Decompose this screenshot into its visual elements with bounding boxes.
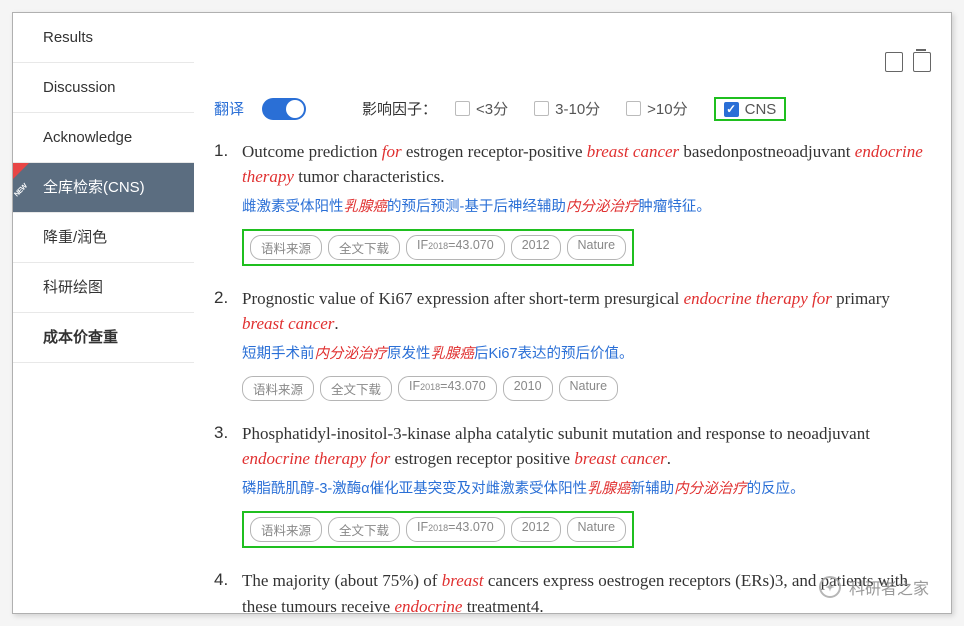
- tag[interactable]: 语料来源: [250, 517, 322, 542]
- sidebar-item-4[interactable]: 降重/润色: [13, 213, 194, 263]
- tag[interactable]: IF2018=43.070: [406, 517, 505, 542]
- result-item: 1.Outcome prediction for estrogen recept…: [214, 139, 931, 266]
- tag[interactable]: IF2018=43.070: [398, 376, 497, 401]
- result-number: 2.: [214, 286, 242, 401]
- tag[interactable]: 全文下载: [328, 517, 400, 542]
- tag[interactable]: Nature: [567, 235, 627, 260]
- result-translation: 短期手术前内分泌治疗原发性乳腺癌后Ki67表达的预后价值。: [242, 343, 931, 366]
- tag[interactable]: 2012: [511, 235, 561, 260]
- result-translation: 雌激素受体阳性乳腺癌的预后预测-基于后神经辅助内分泌治疗肿瘤特征。: [242, 196, 931, 219]
- result-item: 3.Phosphatidyl-inositol-3-kinase alpha c…: [214, 421, 931, 548]
- tag[interactable]: 全文下载: [328, 235, 400, 260]
- watermark: ✦ 科研者之家: [819, 575, 929, 599]
- filter-checkbox-3[interactable]: ✓CNS: [724, 101, 777, 118]
- filter-checkbox-0[interactable]: <3分: [455, 98, 508, 119]
- tag[interactable]: Nature: [559, 376, 619, 401]
- result-number: 4.: [214, 568, 242, 613]
- main-panel: 翻译 影响因子： <3分 3-10分 >10分 ✓CNS 1.Outcome pred…: [194, 13, 951, 613]
- result-tags: 语料来源全文下载IF2018=43.0702010Nature: [242, 376, 931, 401]
- filter-label: <3分: [476, 98, 508, 119]
- tag[interactable]: 2010: [503, 376, 553, 401]
- impact-factor-label: 影响因子：: [362, 98, 437, 119]
- sidebar-item-6[interactable]: 成本价查重: [13, 313, 194, 363]
- filter-checkbox-2[interactable]: >10分: [626, 98, 687, 119]
- sidebar-item-3[interactable]: 全库检索(CNS): [13, 163, 194, 213]
- tag[interactable]: 语料来源: [242, 376, 314, 401]
- sidebar-item-2[interactable]: Acknowledge: [13, 113, 194, 163]
- result-tags: 语料来源全文下载IF2018=43.0702012Nature: [242, 511, 634, 548]
- tag[interactable]: Nature: [567, 517, 627, 542]
- result-title[interactable]: Prognostic value of Ki67 expression afte…: [242, 286, 931, 337]
- sidebar: ResultsDiscussionAcknowledge全库检索(CNS)降重/…: [13, 13, 194, 613]
- watermark-text: 科研者之家: [849, 575, 929, 599]
- tag[interactable]: 全文下载: [320, 376, 392, 401]
- top-toolbar: [214, 13, 931, 83]
- filter-label: 3-10分: [555, 98, 600, 119]
- tag[interactable]: IF2018=43.070: [406, 235, 505, 260]
- result-number: 3.: [214, 421, 242, 548]
- result-item: 2.Prognostic value of Ki67 expression af…: [214, 286, 931, 401]
- result-tags: 语料来源全文下载IF2018=43.0702012Nature: [242, 229, 634, 266]
- result-title[interactable]: Phosphatidyl-inositol-3-kinase alpha cat…: [242, 421, 931, 472]
- result-title[interactable]: Outcome prediction for estrogen receptor…: [242, 139, 931, 190]
- trash-icon[interactable]: [913, 52, 931, 72]
- sidebar-item-5[interactable]: 科研绘图: [13, 263, 194, 313]
- translate-toggle[interactable]: [262, 98, 306, 120]
- filter-label: >10分: [647, 98, 687, 119]
- results-list: 1.Outcome prediction for estrogen recept…: [214, 139, 931, 614]
- result-translation: 磷脂酰肌醇-3-激酶α催化亚基突变及对雌激素受体阳性乳腺癌新辅助内分泌治疗的反应…: [242, 478, 931, 501]
- filter-label: CNS: [745, 101, 777, 118]
- filter-row: 翻译 影响因子： <3分 3-10分 >10分 ✓CNS: [214, 83, 931, 139]
- tag[interactable]: 2012: [511, 517, 561, 542]
- copy-icon[interactable]: [885, 52, 903, 72]
- sidebar-item-1[interactable]: Discussion: [13, 63, 194, 113]
- sidebar-item-0[interactable]: Results: [13, 13, 194, 63]
- translate-label: 翻译: [214, 98, 244, 119]
- tag[interactable]: 语料来源: [250, 235, 322, 260]
- app-frame: ResultsDiscussionAcknowledge全库检索(CNS)降重/…: [12, 12, 952, 614]
- wechat-icon: ✦: [819, 576, 841, 598]
- filter-checkbox-1[interactable]: 3-10分: [534, 98, 600, 119]
- result-number: 1.: [214, 139, 242, 266]
